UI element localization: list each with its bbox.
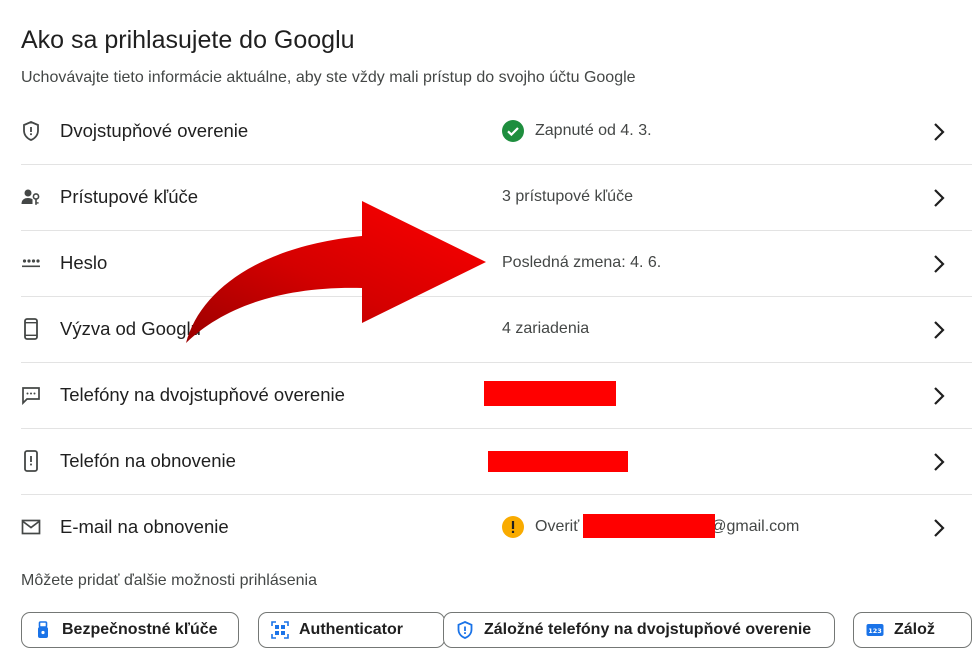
row-value: 3 prístupové kľúče	[502, 188, 633, 205]
redaction-box	[583, 514, 715, 538]
row-label: Telefón na obnovenie	[60, 450, 236, 471]
shield-icon	[21, 121, 41, 141]
phone-alert-icon	[21, 450, 41, 472]
page-subtitle: Uchovávajte tieto informácie aktuálne, a…	[21, 69, 636, 86]
check-circle-icon	[502, 120, 524, 142]
more-options-label: Môžete pridať ďalšie možnosti prihláseni…	[21, 572, 317, 589]
chevron-right-icon	[932, 187, 946, 209]
row-value: Zapnuté od 4. 3.	[502, 120, 652, 142]
chevron-right-icon	[932, 121, 946, 143]
chevron-right-icon	[932, 451, 946, 473]
row-label: E-mail na obnovenie	[60, 516, 229, 537]
security-key-icon	[34, 621, 52, 639]
passkey-icon	[21, 187, 41, 207]
chip-authenticator[interactable]: Authenticator	[258, 612, 445, 648]
authenticator-icon	[271, 621, 289, 639]
svg-text:123: 123	[868, 627, 882, 635]
row-label: Telefóny na dvojstupňové overenie	[60, 384, 345, 405]
row-value-text: Zapnuté od 4. 3.	[535, 122, 652, 139]
row-value-prefix: Overiť	[535, 518, 580, 535]
security-page: Ako sa prihlasujete do Googlu Uchovávajt…	[0, 0, 972, 668]
row-recovery-email[interactable]: E-mail na obnovenie Overiť @gmail.com	[21, 495, 972, 561]
row-label: Heslo	[60, 252, 108, 273]
row-two-step-phones[interactable]: Telefóny na dvojstupňové overenie	[21, 363, 972, 429]
backup-codes-icon: 123	[866, 621, 884, 639]
shield-icon	[456, 621, 474, 639]
row-passkeys[interactable]: Prístupové kľúče 3 prístupové kľúče	[21, 165, 972, 231]
row-google-prompt[interactable]: Výzva od Googlu 4 zariadenia	[21, 297, 972, 363]
page-title: Ako sa prihlasujete do Googlu	[21, 26, 355, 54]
row-label: Dvojstupňové overenie	[60, 120, 249, 141]
chip-security-keys[interactable]: Bezpečnostné kľúče	[21, 612, 239, 648]
chip-label: Zálož	[894, 621, 935, 638]
row-recovery-phone[interactable]: Telefón na obnovenie	[21, 429, 972, 495]
sign-in-methods-list: Dvojstupňové overenie Zapnuté od 4. 3. P…	[21, 99, 972, 561]
warning-circle-icon	[502, 516, 524, 538]
row-two-step-verification[interactable]: Dvojstupňové overenie Zapnuté od 4. 3.	[21, 99, 972, 165]
row-value: 4 zariadenia	[502, 320, 590, 337]
chevron-right-icon	[932, 253, 946, 275]
redaction-box	[484, 381, 616, 406]
chevron-right-icon	[932, 385, 946, 407]
row-label: Prístupové kľúče	[60, 186, 199, 207]
chip-label: Záložné telefóny na dvojstupňové overeni…	[484, 621, 812, 638]
redaction-box	[488, 451, 628, 472]
row-password[interactable]: Heslo Posledná zmena: 4. 6.	[21, 231, 972, 297]
message-icon	[21, 385, 41, 405]
password-dots-icon	[21, 253, 41, 273]
chip-label: Authenticator	[299, 621, 403, 638]
mail-icon	[21, 517, 41, 537]
more-options-chips: Bezpečnostné kľúče Authenticator Záložné…	[21, 612, 972, 650]
row-value-suffix: @gmail.com	[710, 518, 800, 535]
chip-label: Bezpečnostné kľúče	[62, 621, 218, 638]
row-label: Výzva od Googlu	[60, 318, 201, 339]
phone-icon	[21, 318, 41, 340]
chip-backup-phones[interactable]: Záložné telefóny na dvojstupňové overeni…	[443, 612, 835, 648]
chevron-right-icon	[932, 319, 946, 341]
chevron-right-icon	[932, 517, 946, 539]
chip-backup-codes[interactable]: 123 Zálož	[853, 612, 972, 648]
row-value: Posledná zmena: 4. 6.	[502, 254, 662, 271]
